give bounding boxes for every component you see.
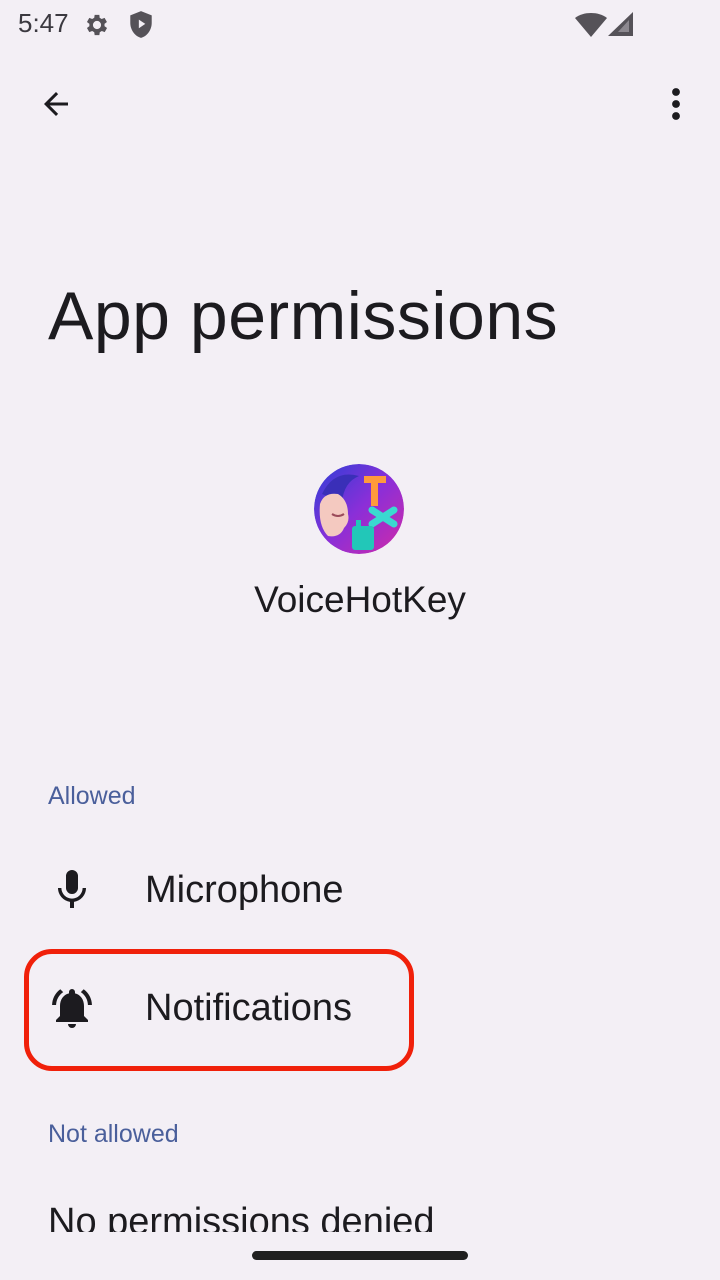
back-button[interactable] (28, 76, 84, 132)
more-vertical-icon (672, 88, 680, 120)
permission-label: Notifications (145, 987, 352, 1029)
permission-item-notifications[interactable]: Notifications (0, 948, 720, 1066)
app-permissions-screen: 5:47 App permissions VoiceHotKey Allowed… (0, 0, 720, 1280)
microphone-icon (48, 866, 96, 914)
shield-icon (128, 10, 154, 45)
cell-signal-icon (606, 11, 634, 42)
arrow-left-icon (44, 92, 68, 116)
wifi-icon (574, 12, 608, 43)
section-header-not-allowed: Not allowed (48, 1120, 179, 1148)
bell-ringing-icon (48, 984, 96, 1032)
section-header-allowed: Allowed (48, 782, 136, 810)
permission-label: Microphone (145, 869, 344, 911)
more-options-button[interactable] (648, 76, 704, 132)
gesture-navigation-handle[interactable] (252, 1251, 468, 1260)
voicehotkey-app-icon (314, 464, 404, 554)
permission-item-microphone[interactable]: Microphone (0, 830, 720, 948)
gear-icon (83, 11, 111, 44)
no-permissions-denied-text: No permissions denied (48, 1198, 688, 1232)
page-title: App permissions (48, 278, 559, 354)
status-bar: 5:47 (0, 0, 720, 48)
app-name: VoiceHotKey (254, 579, 466, 620)
status-time: 5:47 (18, 8, 69, 38)
empty-state-label: No permissions denied (48, 1201, 435, 1232)
